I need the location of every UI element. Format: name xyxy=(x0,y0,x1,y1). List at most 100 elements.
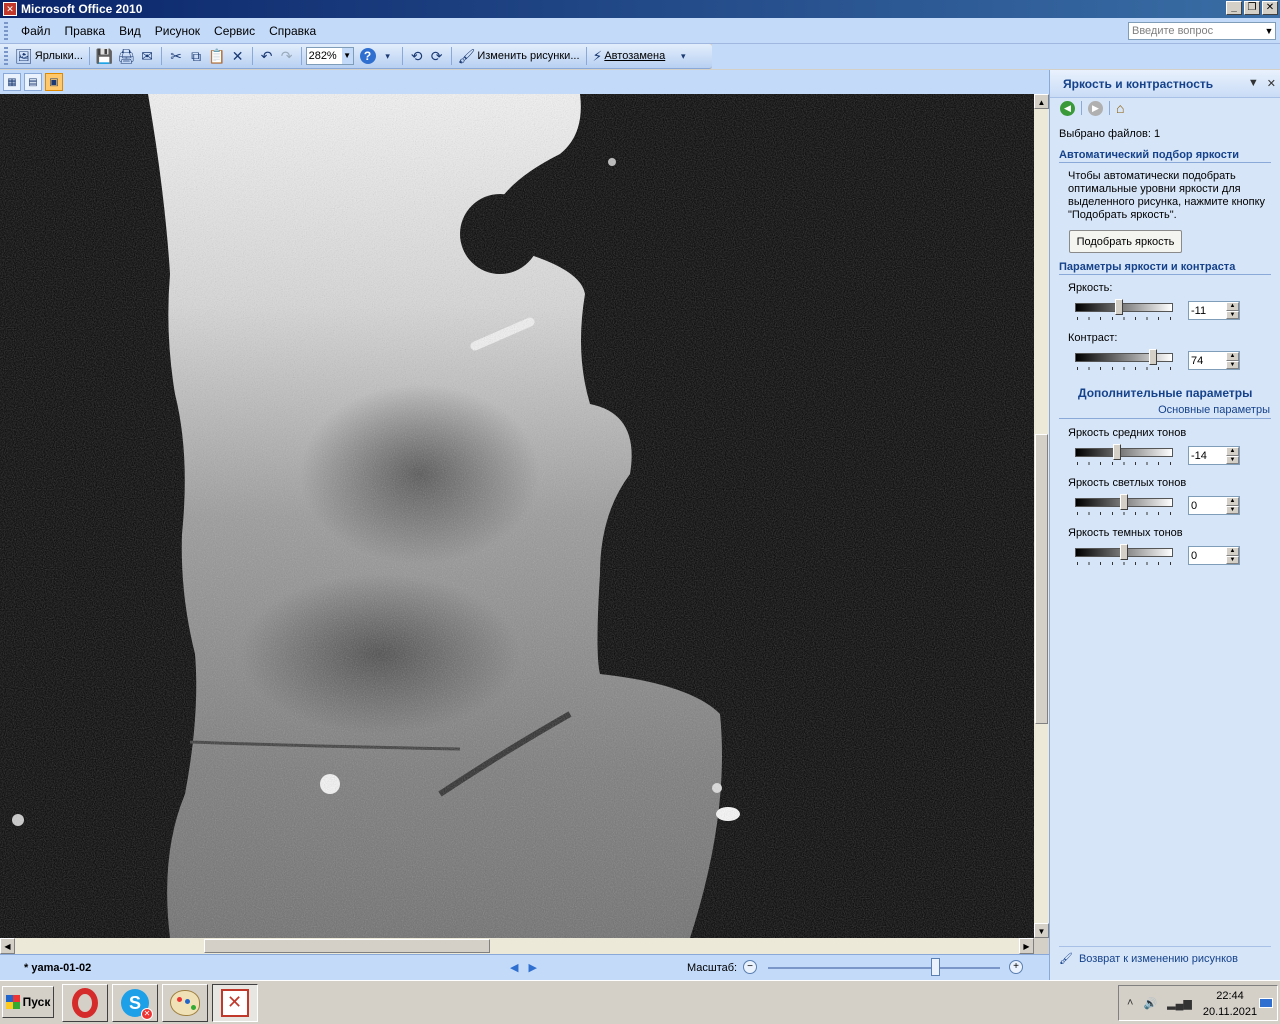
zoom-out-icon[interactable]: − xyxy=(743,960,757,974)
rotate-right-button[interactable]: ⟳ xyxy=(427,46,447,66)
brightness-slider[interactable] xyxy=(1075,299,1173,320)
help-button[interactable]: ? xyxy=(358,46,378,66)
scroll-left-icon[interactable]: ◀ xyxy=(0,938,15,954)
speaker-icon[interactable]: 🔊 xyxy=(1143,997,1157,1010)
shadows-spinbox[interactable]: 0 ▲ ▼ xyxy=(1188,546,1240,565)
toolbar-grip[interactable] xyxy=(4,47,8,65)
chevron-down-icon[interactable]: ▼ xyxy=(1263,26,1275,36)
toolbar-options-button[interactable]: ▾ xyxy=(378,46,398,66)
close-button[interactable]: ✕ xyxy=(1262,1,1278,15)
spin-down-icon[interactable]: ▼ xyxy=(1226,505,1239,514)
scroll-right-icon[interactable]: ▶ xyxy=(1019,938,1034,954)
zoom-in-icon[interactable]: + xyxy=(1009,960,1023,974)
zoom-slider-thumb[interactable] xyxy=(931,958,941,976)
contrast-slider[interactable] xyxy=(1075,349,1173,370)
menu-file[interactable]: Файл xyxy=(14,22,58,40)
return-to-edit-link[interactable]: 🖌 Возврат к изменению рисунков xyxy=(1059,946,1271,965)
taskbar-opera[interactable] xyxy=(62,984,108,1022)
chevron-down-icon[interactable]: ▼ xyxy=(341,48,353,64)
autocorrect-icon: ⚡ xyxy=(592,47,603,64)
spin-up-icon[interactable]: ▲ xyxy=(1226,447,1239,456)
filmstrip-view-button[interactable]: ▤ xyxy=(24,73,42,91)
scroll-down-icon[interactable]: ▼ xyxy=(1034,923,1049,938)
menubar-grip[interactable] xyxy=(4,21,8,40)
back-arrow-icon[interactable]: ◀ xyxy=(1060,100,1075,116)
previous-picture-icon[interactable]: ◀ xyxy=(510,961,518,974)
start-label: Пуск xyxy=(22,995,51,1009)
highlights-value: 0 xyxy=(1191,499,1198,512)
basic-params-link[interactable]: Основные параметры xyxy=(1158,404,1270,416)
restore-button[interactable]: ❐ xyxy=(1244,1,1260,15)
toolbar-options-button-2[interactable]: ▾ xyxy=(673,46,693,66)
chevron-up-icon[interactable]: ˄ xyxy=(1127,997,1133,1010)
email-button[interactable]: ✉ xyxy=(137,46,157,66)
zoom-slider-track[interactable] xyxy=(768,967,1000,969)
horizontal-scrollbar[interactable]: ◀ ▶ xyxy=(0,938,1034,954)
spin-down-icon[interactable]: ▼ xyxy=(1226,360,1239,369)
spin-up-icon[interactable]: ▲ xyxy=(1226,497,1239,506)
show-desktop-icon[interactable] xyxy=(1259,998,1273,1008)
highlights-spinbox[interactable]: 0 ▲ ▼ xyxy=(1188,496,1240,515)
print-button[interactable]: 🖨 xyxy=(115,46,137,66)
midtones-spinbox[interactable]: -14 ▲ ▼ xyxy=(1188,446,1240,465)
menu-help[interactable]: Справка xyxy=(262,22,323,40)
home-icon[interactable]: ⌂ xyxy=(1116,100,1124,116)
forward-arrow-icon[interactable]: ▶ xyxy=(1088,100,1103,116)
picture-canvas[interactable] xyxy=(0,94,1034,938)
signal-icon[interactable]: ▂▄▆ xyxy=(1167,997,1192,1010)
scroll-up-icon[interactable]: ▲ xyxy=(1034,94,1049,109)
menu-picture[interactable]: Рисунок xyxy=(148,22,207,40)
redo-button[interactable]: ↷ xyxy=(277,46,297,66)
menu-tools[interactable]: Сервис xyxy=(207,22,262,40)
save-button[interactable]: 💾 xyxy=(94,46,115,66)
single-picture-view-button[interactable]: ▣ xyxy=(45,73,63,91)
cut-button[interactable]: ✂ xyxy=(166,46,186,66)
pane-menu-icon[interactable]: ▼ xyxy=(1248,77,1259,90)
thumbnails-icon: ▦ xyxy=(7,76,17,88)
taskbar-skype[interactable]: S ✕ xyxy=(112,984,158,1022)
shadows-slider[interactable] xyxy=(1075,544,1173,565)
pane-close-icon[interactable]: ✕ xyxy=(1267,77,1276,90)
shortcuts-button[interactable]: 🖼 Ярлыки... xyxy=(13,46,85,66)
midtones-slider[interactable] xyxy=(1075,444,1173,465)
paste-icon: 📋 xyxy=(208,47,226,64)
spin-down-icon[interactable]: ▼ xyxy=(1226,555,1239,564)
next-picture-icon[interactable]: ▶ xyxy=(528,961,536,974)
rotate-left-button[interactable]: ⟲ xyxy=(407,46,427,66)
copy-button[interactable]: ⧉ xyxy=(186,46,206,66)
contrast-spinbox[interactable]: 74 ▲ ▼ xyxy=(1188,351,1240,370)
spin-up-icon[interactable]: ▲ xyxy=(1226,547,1239,556)
delete-button[interactable]: ✕ xyxy=(228,46,248,66)
horizontal-scroll-thumb[interactable] xyxy=(204,939,490,953)
undo-button[interactable]: ↶ xyxy=(257,46,277,66)
highlights-slider[interactable] xyxy=(1075,494,1173,515)
taskbar-picture-manager[interactable] xyxy=(212,984,258,1022)
auto-brightness-button[interactable]: Подобрать яркость xyxy=(1069,230,1182,253)
brightness-slider-thumb[interactable] xyxy=(1114,299,1123,315)
vertical-scroll-thumb[interactable] xyxy=(1035,434,1048,724)
clock-time[interactable]: 22:44 xyxy=(1205,990,1255,1002)
thumbnail-view-button[interactable]: ▦ xyxy=(3,73,21,91)
start-button[interactable]: Пуск xyxy=(2,986,54,1018)
spin-down-icon[interactable]: ▼ xyxy=(1226,455,1239,464)
menu-edit[interactable]: Правка xyxy=(58,22,113,40)
autocorrect-button[interactable]: ⚡ Автозамена xyxy=(591,46,668,66)
taskbar-paint[interactable] xyxy=(162,984,208,1022)
paste-button[interactable]: 📋 xyxy=(206,46,227,66)
brightness-spinbox[interactable]: -11 ▲ ▼ xyxy=(1188,301,1240,320)
zoom-select[interactable]: 282% ▼ xyxy=(305,47,354,65)
vertical-scrollbar[interactable]: ▲ ▼ xyxy=(1034,94,1049,938)
edit-pictures-button[interactable]: 🖌 Изменить рисунки... xyxy=(456,46,582,66)
midtones-slider-thumb[interactable] xyxy=(1112,444,1121,460)
highlights-slider-thumb[interactable] xyxy=(1120,494,1128,510)
spin-down-icon[interactable]: ▼ xyxy=(1226,310,1239,319)
spin-up-icon[interactable]: ▲ xyxy=(1226,302,1239,311)
minimize-button[interactable]: _ xyxy=(1226,1,1242,15)
midtones-label: Яркость средних тонов xyxy=(1068,427,1187,439)
shadows-slider-thumb[interactable] xyxy=(1120,544,1128,560)
spin-up-icon[interactable]: ▲ xyxy=(1226,352,1239,361)
contrast-slider-thumb[interactable] xyxy=(1148,349,1157,365)
ask-question-input[interactable]: Введите вопрос ▼ xyxy=(1128,22,1276,40)
menu-view[interactable]: Вид xyxy=(112,22,148,40)
clock-date[interactable]: 20.11.2021 xyxy=(1193,1006,1267,1018)
